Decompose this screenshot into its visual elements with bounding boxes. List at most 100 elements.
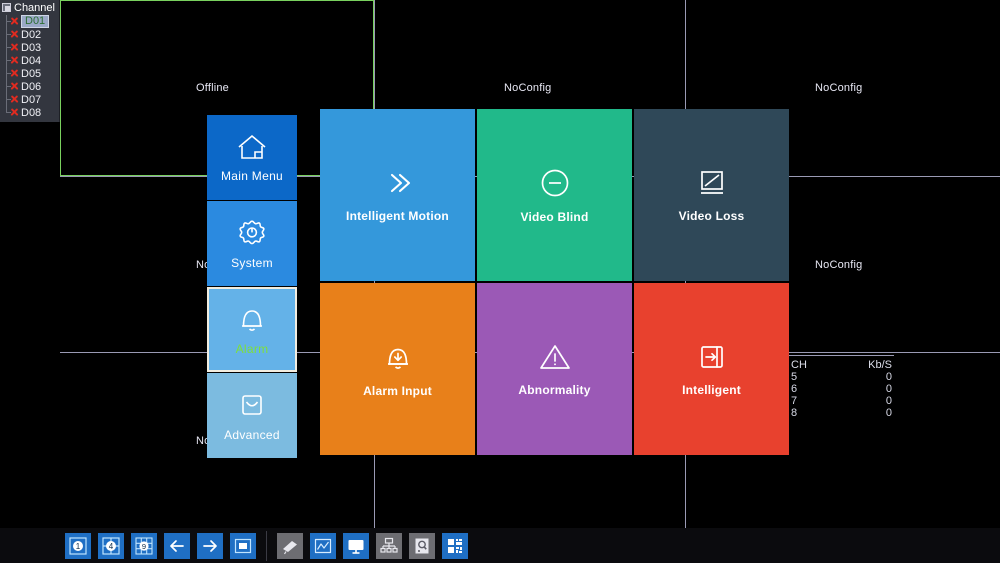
view-4-split-button[interactable]: 4 [98, 532, 124, 559]
stats-divider [789, 355, 894, 356]
offline-x-icon [9, 68, 20, 79]
next-page-button[interactable] [197, 532, 223, 559]
display-output-button[interactable] [343, 532, 369, 559]
tile-video-loss[interactable]: Video Loss [634, 109, 789, 281]
bitrate-stats-panel: CH Kb/S 5 0 6 0 7 0 8 0 [789, 355, 894, 419]
alarm-tile-grid: Intelligent Motion Video Blind Video Los… [320, 109, 789, 455]
tile-label: Video Blind [520, 210, 589, 224]
monitor-icon [346, 536, 366, 556]
channel-tree-header: Channel [0, 0, 59, 15]
tile-intelligent-motion[interactable]: Intelligent Motion [320, 109, 475, 281]
channel-item-d07[interactable]: D07 [3, 93, 59, 106]
screen-slash-icon [695, 167, 729, 199]
warning-triangle-icon [537, 341, 573, 373]
view-9-split-button[interactable]: 9 [131, 532, 157, 559]
stats-header-row: CH Kb/S [789, 359, 894, 371]
offline-x-icon [9, 81, 20, 92]
tile-label: Alarm Input [363, 384, 432, 398]
cell-status-label: NoConfig [815, 259, 863, 271]
tile-label: Video Loss [678, 209, 745, 223]
camera-icon [280, 536, 300, 556]
menu-item-system[interactable]: System [207, 201, 297, 286]
shortcut-side-menu: Main Menu System Alarm Advanced [207, 115, 297, 459]
home-icon [235, 132, 269, 162]
tree-node-icon[interactable] [2, 3, 11, 12]
tile-label: Intelligent Motion [346, 209, 449, 223]
circle-minus-icon [538, 166, 572, 200]
stats-rate: 0 [885, 371, 892, 383]
channel-item-d05[interactable]: D05 [3, 67, 59, 80]
menu-item-advanced[interactable]: Advanced [207, 373, 297, 458]
color-adjust-button[interactable] [310, 532, 336, 559]
disk-search-icon [412, 536, 432, 556]
offline-x-icon [9, 55, 20, 66]
split-4-icon: 4 [101, 536, 121, 556]
camera-ptz-button[interactable] [277, 532, 303, 559]
stats-channel: 6 [791, 383, 798, 395]
channel-item-d08[interactable]: D08 [3, 106, 59, 119]
offline-x-icon [9, 107, 20, 118]
svg-text:9: 9 [142, 542, 146, 551]
gear-icon [236, 217, 268, 249]
dvr-live-view-screen: Offline NoConfig NoConfig NoConfig NoCon… [0, 0, 1000, 563]
stats-row: 5 0 [789, 371, 894, 383]
stats-row: 6 0 [789, 383, 894, 395]
tile-label: Intelligent [682, 383, 741, 397]
stats-rate-header: Kb/S [868, 359, 892, 371]
arrow-into-box-icon [695, 341, 729, 373]
channel-item-d06[interactable]: D06 [3, 80, 59, 93]
split-1-icon: 1 [68, 536, 88, 556]
stats-rate: 0 [885, 395, 892, 407]
menu-item-label: Main Menu [220, 169, 284, 183]
menu-item-label: Advanced [224, 428, 280, 442]
menu-item-label: Alarm [235, 342, 269, 356]
stats-row: 8 0 [789, 407, 894, 419]
network-topology-button[interactable] [376, 532, 402, 559]
cell-status-label: NoConfig [815, 82, 863, 94]
svg-text:1: 1 [76, 542, 81, 551]
stats-channel: 8 [791, 407, 798, 419]
svg-text:4: 4 [109, 542, 114, 551]
channel-item-d02[interactable]: D02 [3, 28, 59, 41]
tile-alarm-input[interactable]: Alarm Input [320, 283, 475, 455]
tile-video-blind[interactable]: Video Blind [477, 109, 632, 281]
network-tree-icon [379, 536, 399, 556]
arrow-right-icon [200, 536, 220, 556]
menu-item-alarm[interactable]: Alarm [207, 287, 297, 372]
channel-item-d03[interactable]: D03 [3, 41, 59, 54]
split-9-icon: 9 [134, 536, 154, 556]
offline-x-icon [9, 29, 20, 40]
toolbar-separator [266, 530, 267, 561]
tile-label: Abnormality [518, 383, 591, 397]
view-1-split-button[interactable]: 1 [65, 532, 91, 559]
qr-code-button[interactable] [442, 532, 468, 559]
tile-abnormality[interactable]: Abnormality [477, 283, 632, 455]
cell-status-label: NoConfig [504, 82, 552, 94]
channel-item-d04[interactable]: D04 [3, 54, 59, 67]
stats-channel: 7 [791, 395, 798, 407]
previous-page-button[interactable] [164, 532, 190, 559]
bottom-toolbar: 1 4 9 [0, 528, 1000, 563]
pip-view-button[interactable] [230, 532, 256, 559]
disk-search-button[interactable] [409, 532, 435, 559]
cell-status-label: Offline [196, 82, 229, 94]
channel-list: D01 D02 D03 D04 D05 D06 D07 D08 [0, 15, 59, 119]
menu-item-label: System [231, 256, 273, 270]
double-chevron-icon [381, 167, 415, 199]
bell-download-icon [381, 340, 415, 374]
stats-channel-header: CH [791, 359, 807, 371]
tile-intelligent[interactable]: Intelligent [634, 283, 789, 455]
arrow-left-icon [167, 536, 187, 556]
pip-icon [233, 536, 253, 556]
image-chart-icon [313, 536, 333, 556]
channel-tree-title: Channel [14, 1, 55, 14]
stats-rate: 0 [885, 407, 892, 419]
menu-item-main-menu[interactable]: Main Menu [207, 115, 297, 200]
stats-row: 7 0 [789, 395, 894, 407]
tray-icon [236, 389, 268, 421]
channel-item-d01[interactable]: D01 [3, 15, 59, 28]
offline-x-icon [9, 94, 20, 105]
stats-rate: 0 [885, 383, 892, 395]
offline-x-icon [9, 16, 20, 27]
channel-tree-panel: Channel D01 D02 D03 D04 D05 D06 D07 D08 [0, 0, 60, 122]
